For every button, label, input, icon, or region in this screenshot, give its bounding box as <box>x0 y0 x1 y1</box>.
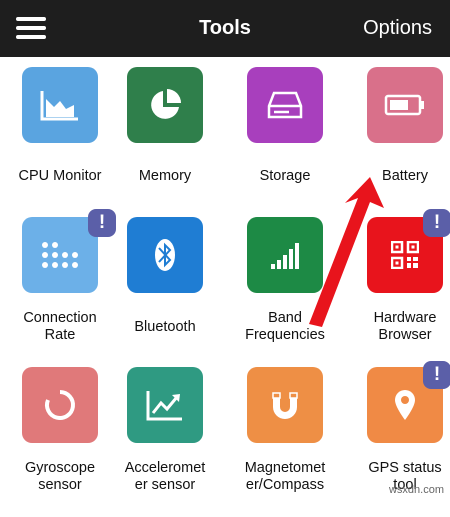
watermark: wsxdn.com <box>388 484 444 496</box>
area-chart-icon <box>22 67 98 143</box>
tool-tile-magnetometer-compass[interactable]: Magnetomet er/Compass <box>225 367 345 517</box>
battery-icon <box>367 67 443 143</box>
tile-label: Battery <box>382 168 428 184</box>
tool-tile-connection-rate[interactable]: ! Connection Rate <box>0 209 120 367</box>
trend-chart-icon <box>127 367 203 443</box>
signal-bars-icon <box>247 217 323 293</box>
tool-tile-hardware-browser[interactable]: ! Hardware Browser <box>345 209 450 367</box>
tool-tile-storage[interactable]: Storage <box>225 67 345 217</box>
tool-tile-bluetooth[interactable]: Bluetooth <box>105 217 225 367</box>
tool-tile-battery[interactable]: Battery <box>345 67 450 217</box>
tile-label: Storage <box>259 168 311 184</box>
tool-tile-cpu-monitor[interactable]: CPU Monitor <box>0 67 120 217</box>
tile-label: Bluetooth <box>134 319 196 335</box>
tile-label: Magnetomet er/Compass <box>244 460 326 493</box>
ring-icon <box>22 367 98 443</box>
magnet-icon <box>247 367 323 443</box>
options-button[interactable]: Options <box>363 17 432 40</box>
tool-tile-gyroscope-sensor[interactable]: Gyroscope sensor <box>0 367 120 517</box>
bluetooth-icon <box>127 217 203 293</box>
alert-badge: ! <box>423 209 450 237</box>
top-bar: Tools Options <box>0 0 450 57</box>
alert-badge: ! <box>423 361 450 389</box>
pie-chart-icon <box>127 67 203 143</box>
tile-label: Acceleromet er sensor <box>124 460 206 493</box>
tool-tile-band-frequencies[interactable]: Band Frequencies <box>225 217 345 367</box>
tile-label: Memory <box>138 168 192 184</box>
hard-drive-icon <box>247 67 323 143</box>
tool-tile-accelerometer-sensor[interactable]: Acceleromet er sensor <box>105 367 225 517</box>
tile-label: Hardware Browser <box>373 310 437 343</box>
dot-grid-icon <box>22 217 98 293</box>
tile-label: Band Frequencies <box>245 310 325 343</box>
tool-tile-memory[interactable]: Memory <box>105 67 225 217</box>
